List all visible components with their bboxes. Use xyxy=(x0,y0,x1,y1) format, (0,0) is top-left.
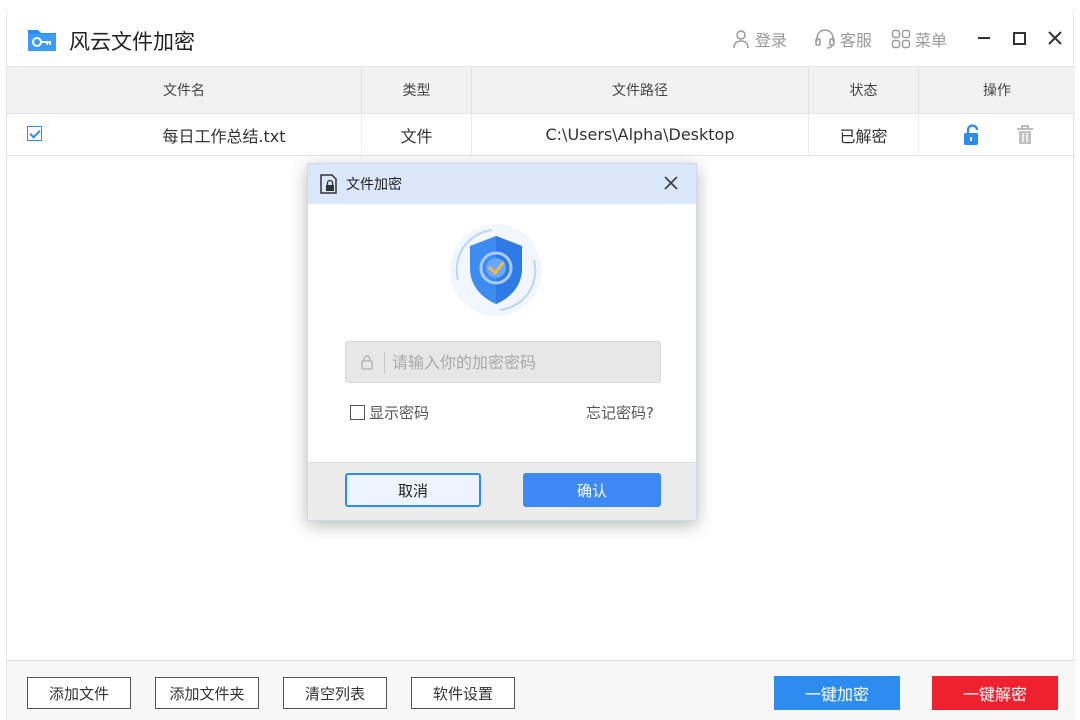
maximize-icon[interactable] xyxy=(1007,26,1031,50)
add-folder-button[interactable]: 添加文件夹 xyxy=(155,677,259,709)
service-label: 客服 xyxy=(840,31,873,50)
row-checkbox[interactable] xyxy=(27,126,42,141)
confirm-button[interactable]: 确认 xyxy=(523,473,661,507)
file-name-cell: 每日工作总结.txt xyxy=(87,114,362,155)
headset-icon xyxy=(815,29,835,49)
password-input[interactable] xyxy=(392,342,652,382)
column-header-type[interactable]: 类型 xyxy=(362,67,472,113)
column-header-path[interactable]: 文件路径 xyxy=(472,67,809,113)
menu-label: 菜单 xyxy=(915,31,948,50)
column-header-filename[interactable]: 文件名 xyxy=(7,67,362,113)
clear-list-button[interactable]: 清空列表 xyxy=(283,677,387,709)
forgot-password-link[interactable]: 忘记密码? xyxy=(586,402,654,423)
lock-icon xyxy=(361,355,373,370)
encrypt-all-button[interactable]: 一键加密 xyxy=(774,676,900,710)
table-row[interactable]: 每日工作总结.txt 文件 C:\Users\Alpha\Desktop 已解密 xyxy=(7,114,1075,156)
login-label: 登录 xyxy=(755,31,788,50)
column-header-status[interactable]: 状态 xyxy=(809,67,919,113)
file-path-cell: C:\Users\Alpha\Desktop xyxy=(472,114,809,155)
dialog-title: 文件加密 xyxy=(346,177,402,193)
settings-button[interactable]: 软件设置 xyxy=(411,677,515,709)
title-bar: 风云文件加密 登录 客服 菜单 xyxy=(7,12,1073,66)
shield-check-icon xyxy=(450,224,542,316)
decrypt-all-button[interactable]: 一键解密 xyxy=(932,676,1058,710)
app-title: 风云文件加密 xyxy=(69,30,195,54)
dialog-close-icon[interactable] xyxy=(662,174,680,192)
app-logo-icon xyxy=(28,30,56,51)
file-table-header: 文件名 类型 文件路径 状态 操作 xyxy=(7,66,1075,114)
file-type-cell: 文件 xyxy=(362,114,472,155)
field-separator xyxy=(384,352,385,374)
login-button[interactable]: 登录 xyxy=(731,27,787,51)
service-button[interactable]: 客服 xyxy=(814,27,872,51)
cancel-button[interactable]: 取消 xyxy=(345,473,481,507)
show-password-label: 显示密码 xyxy=(369,404,430,422)
document-lock-icon xyxy=(320,174,337,194)
add-file-button[interactable]: 添加文件 xyxy=(27,677,131,709)
close-icon[interactable] xyxy=(1043,26,1067,50)
actions-cell xyxy=(919,114,1075,155)
trash-icon[interactable] xyxy=(1015,124,1035,146)
grid-menu-icon xyxy=(891,29,911,49)
minimize-icon[interactable] xyxy=(972,26,996,50)
bottom-toolbar: 添加文件 添加文件夹 清空列表 软件设置 一键加密 一键解密 xyxy=(7,660,1075,720)
menu-button[interactable]: 菜单 xyxy=(891,27,947,51)
show-password-checkbox[interactable] xyxy=(350,405,365,420)
user-icon xyxy=(733,30,749,49)
column-header-actions: 操作 xyxy=(983,83,1011,99)
dialog-header: 文件加密 xyxy=(308,164,696,204)
file-status-cell: 已解密 xyxy=(809,114,919,155)
show-password-toggle[interactable]: 显示密码 xyxy=(350,402,429,423)
unlock-icon[interactable] xyxy=(962,124,982,146)
password-field xyxy=(345,341,661,383)
encrypt-dialog: 文件加密 显示密码 忘记密码? 取消 确认 xyxy=(307,163,697,521)
dialog-footer: 取消 确认 xyxy=(308,462,696,520)
